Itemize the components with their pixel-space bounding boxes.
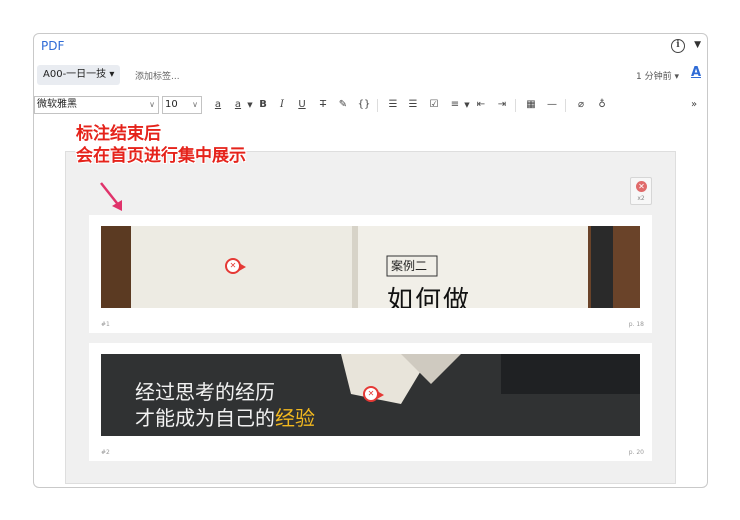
color-dropdown-icon[interactable]: ▼	[243, 97, 257, 113]
image-heading: 如何做	[387, 286, 472, 308]
strikethrough-icon[interactable]: T	[316, 97, 330, 113]
chevron-down-icon: ∨	[149, 100, 155, 109]
format-toolbar: 微软雅黑 ∨ 10 ∨ a a ▼ B I U T ✎ {} ☰ ☰ ☑ ≡ ▼ ⇤…	[34, 96, 707, 116]
chevron-down-icon: ∨	[192, 100, 198, 109]
notebook-tag-label: A00-一日一技	[43, 69, 107, 80]
annotation-count-badge[interactable]: ✕ x2	[630, 177, 652, 205]
more-tools-icon[interactable]: »	[687, 97, 701, 113]
code-icon[interactable]: {}	[357, 97, 371, 113]
highlight-color-icon[interactable]: a	[211, 97, 225, 113]
annotation-card-2[interactable]: 经过思考的经历 才能成为自己的经验 ✕ #2 p. 20	[89, 343, 652, 461]
align-dropdown-icon[interactable]: ▼	[460, 97, 474, 113]
toolbar-divider	[565, 99, 566, 112]
pdf-window: PDF i ▼ A00-一日一技 ▾ 添加标签... 1 分钟前 ▾ A 微软雅…	[33, 33, 708, 488]
quote-line-2-white: 才能成为自己的	[135, 406, 275, 430]
font-family-value: 微软雅黑	[37, 99, 77, 110]
tutorial-callout: 标注结束后 会在首页进行集中展示	[76, 123, 246, 167]
highlighter-icon[interactable]: ✎	[336, 97, 350, 113]
annotation-count: x2	[637, 195, 645, 202]
quote-line-1: 经过思考的经历	[135, 380, 275, 404]
card-page-number: p. 18	[628, 321, 644, 328]
quote-snapshot: 经过思考的经历 才能成为自己的经验 ✕	[101, 354, 640, 436]
toolbar-divider	[377, 99, 378, 112]
title-bar: PDF i ▼	[34, 34, 707, 60]
font-size-select[interactable]: 10 ∨	[162, 96, 202, 114]
bullet-list-icon[interactable]: ☰	[386, 97, 400, 113]
image-case-label: 案例二	[391, 259, 428, 273]
quote-line-2-gold: 经验	[275, 406, 315, 430]
last-edit-time-label: 1 分钟前	[636, 72, 672, 82]
font-size-value: 10	[165, 99, 178, 110]
card-index: #1	[101, 321, 110, 328]
card-index: #2	[101, 449, 110, 456]
add-tag-button[interactable]: 添加标签...	[135, 69, 180, 82]
annotation-pin-icon[interactable]: ✕	[225, 258, 246, 274]
toolbar-divider	[515, 99, 516, 112]
mindmap-icon[interactable]: ♁	[595, 97, 609, 113]
table-icon[interactable]: ▦	[524, 97, 538, 113]
quote-line-2: 才能成为自己的经验	[135, 402, 315, 431]
font-color-icon[interactable]: A	[691, 65, 701, 80]
menu-caret-icon[interactable]: ▼	[694, 40, 701, 50]
bold-icon[interactable]: B	[256, 97, 270, 113]
callout-line-2: 会在首页进行集中展示	[76, 146, 246, 166]
book-page-snapshot: 案例二 如何做 ✕	[101, 226, 640, 308]
checklist-icon[interactable]: ☑	[427, 97, 441, 113]
window-title: PDF	[41, 39, 65, 53]
info-icon[interactable]: i	[671, 39, 685, 53]
underline-icon[interactable]: U	[295, 97, 309, 113]
numbered-list-icon[interactable]: ☰	[406, 97, 420, 113]
pdf-annotation-canvas: ✕ x2 案例二 如何做 ✕ #1 p. 18 经过思考的经历 才能成为自己的经…	[65, 151, 676, 484]
annotation-icon: ✕	[636, 181, 647, 192]
italic-icon[interactable]: I	[275, 97, 289, 113]
attachment-icon[interactable]: ⌀	[574, 97, 588, 113]
book-page-image	[101, 226, 640, 308]
tag-bar: A00-一日一技 ▾ 添加标签... 1 分钟前 ▾ A	[34, 63, 707, 87]
outdent-icon[interactable]: ⇤	[474, 97, 488, 113]
last-edit-time[interactable]: 1 分钟前 ▾	[636, 69, 679, 82]
card-page-number: p. 20	[628, 449, 644, 456]
indent-icon[interactable]: ⇥	[495, 97, 509, 113]
annotation-pin-icon[interactable]: ✕	[363, 386, 384, 402]
callout-arrow-icon	[100, 182, 122, 211]
horizontal-rule-icon[interactable]: —	[545, 97, 559, 113]
notebook-tag[interactable]: A00-一日一技 ▾	[37, 65, 121, 85]
callout-line-1: 标注结束后	[76, 124, 161, 144]
annotation-card-1[interactable]: 案例二 如何做 ✕ #1 p. 18	[89, 215, 652, 333]
font-family-select[interactable]: 微软雅黑 ∨	[34, 96, 159, 114]
